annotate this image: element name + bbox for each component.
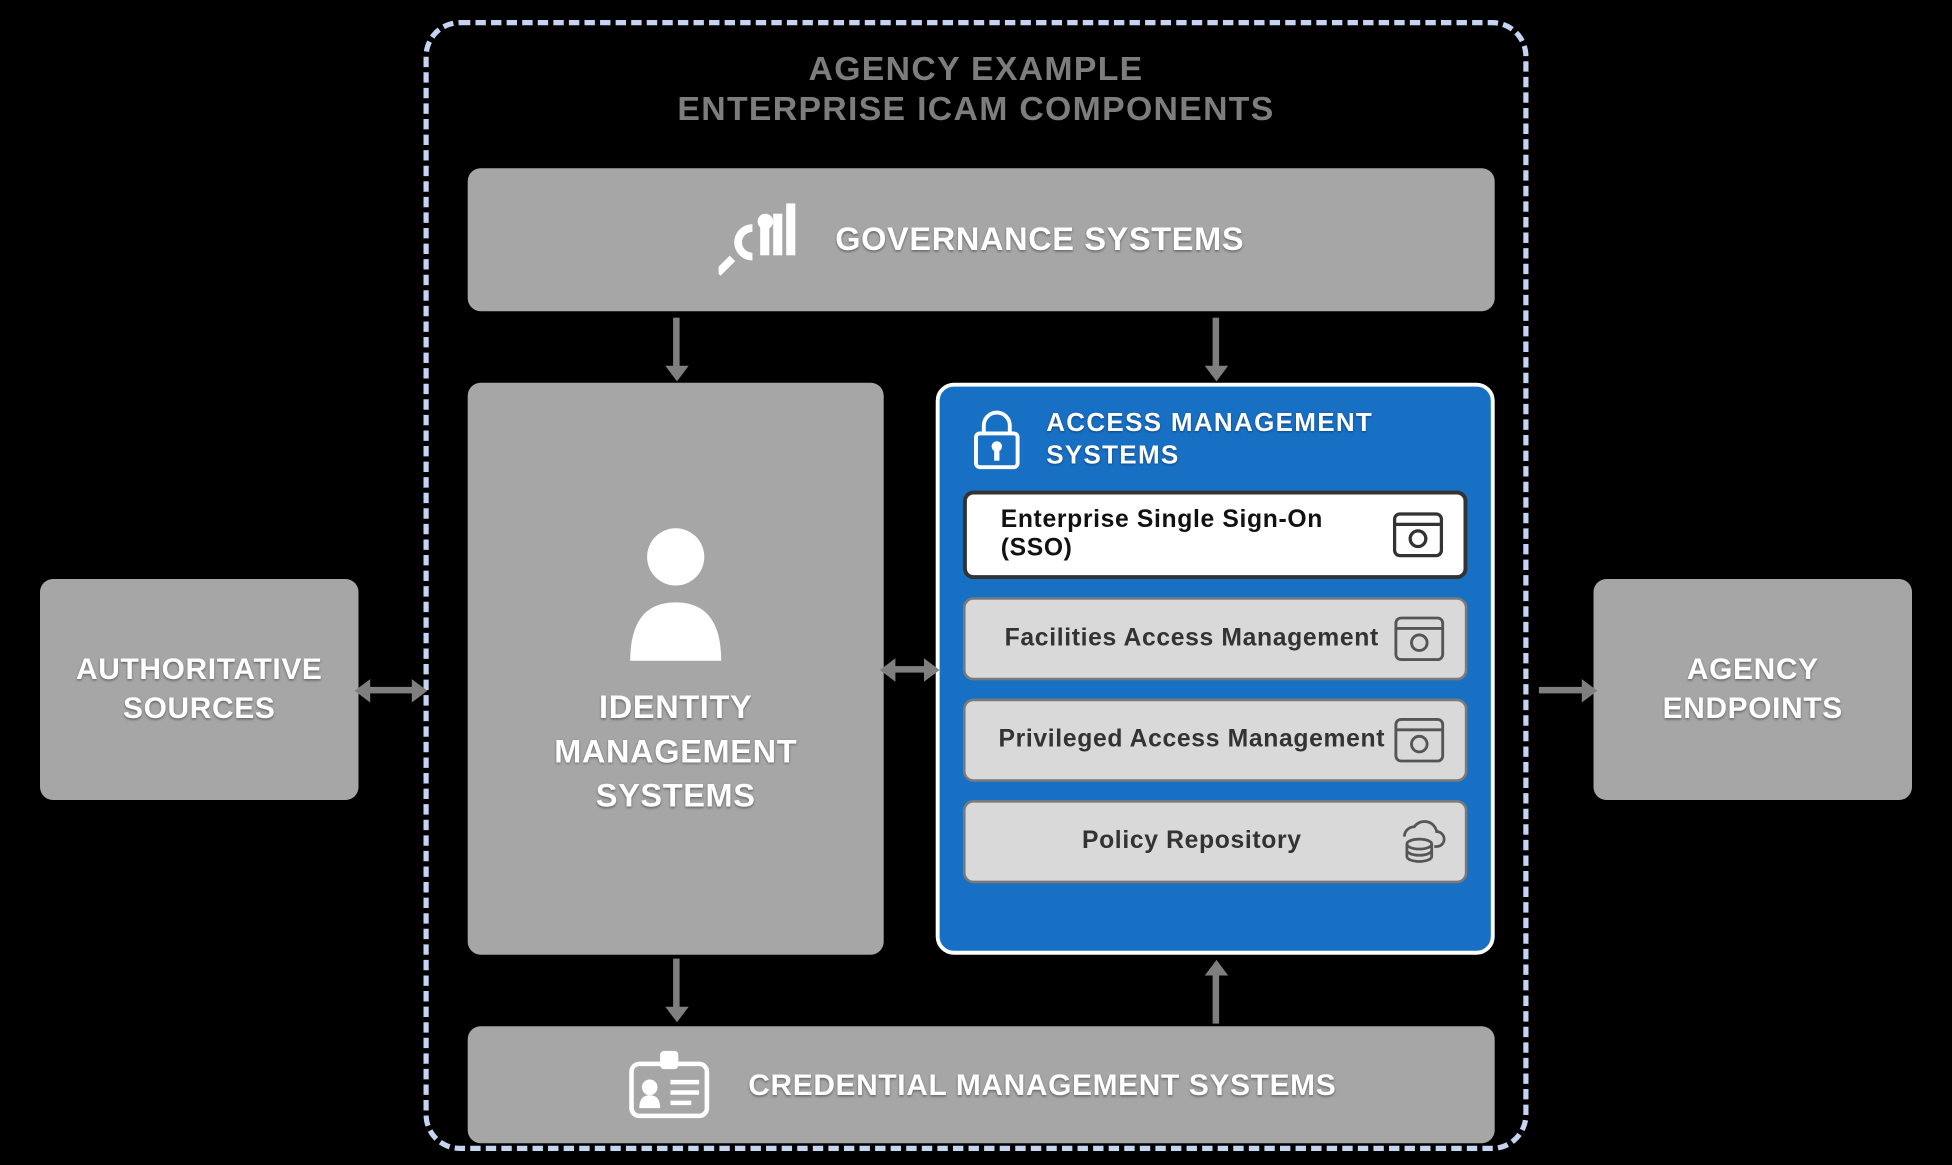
identity-management-label: IDENTITY MANAGEMENT SYSTEMS IDENTITYMANA… <box>554 687 797 819</box>
arrow-identity-to-credential <box>673 959 680 1008</box>
container-title: AGENCY EXAMPLE ENTERPRISE ICAM COMPONENT… <box>429 49 1524 130</box>
authoritative-sources-label: AUTHORITATIVE SOURCES <box>40 651 359 729</box>
governance-systems-box: GOVERNANCE SYSTEMS <box>468 168 1495 311</box>
arrow-gov-to-access <box>1213 318 1220 367</box>
authoritative-sources-box: AUTHORITATIVE SOURCES <box>40 579 359 800</box>
access-item-sso: Enterprise Single Sign-On (SSO) <box>963 491 1467 579</box>
agency-endpoints-label: AGENCY ENDPOINTS <box>1594 651 1913 729</box>
access-item-privileged-label: Privileged Access Management <box>992 726 1392 755</box>
container-title-line2: ENTERPRISE ICAM COMPONENTS <box>677 89 1274 128</box>
identity-management-box: IDENTITY MANAGEMENT SYSTEMS IDENTITYMANA… <box>468 383 884 955</box>
enterprise-container: AGENCY EXAMPLE ENTERPRISE ICAM COMPONENT… <box>424 20 1529 1151</box>
arrow-identity-access <box>894 666 925 673</box>
container-title-line1: AGENCY EXAMPLE <box>809 49 1144 88</box>
id-card-icon <box>626 1048 712 1121</box>
agency-endpoints-box: AGENCY ENDPOINTS <box>1594 579 1913 800</box>
access-item-policy: Policy Repository <box>963 800 1467 883</box>
access-item-policy-label: Policy Repository <box>992 827 1392 856</box>
user-icon <box>611 518 741 661</box>
access-item-privileged: Privileged Access Management <box>963 699 1467 782</box>
app-window-icon <box>1391 511 1446 558</box>
app-window-icon <box>1392 615 1447 662</box>
arrow-credential-to-access <box>1213 974 1220 1023</box>
access-management-label: ACCESS MANAGEMENTSYSTEMS ACCESS MANAGEME… <box>1046 407 1373 472</box>
access-item-sso-label: Enterprise Single Sign-On (SSO) <box>993 506 1391 563</box>
access-management-box: ACCESS MANAGEMENTSYSTEMS ACCESS MANAGEME… <box>936 383 1495 955</box>
credential-management-label: CREDENTIAL MANAGEMENT SYSTEMS <box>748 1067 1336 1102</box>
arrow-auth-to-identity <box>369 687 413 694</box>
credential-management-box: CREDENTIAL MANAGEMENT SYSTEMS <box>468 1026 1495 1143</box>
cloud-database-icon <box>1392 816 1447 868</box>
access-management-header: ACCESS MANAGEMENTSYSTEMS ACCESS MANAGEME… <box>963 407 1467 472</box>
governance-analytics-icon <box>718 203 799 276</box>
access-item-facilities: Facilities Access Management <box>963 597 1467 680</box>
arrow-access-to-endpoints <box>1539 687 1583 694</box>
app-window-icon <box>1392 717 1447 764</box>
arrow-gov-to-identity <box>673 318 680 367</box>
lock-icon <box>968 407 1025 472</box>
access-item-facilities-label: Facilities Access Management <box>992 625 1392 654</box>
governance-systems-label: GOVERNANCE SYSTEMS <box>835 221 1244 259</box>
